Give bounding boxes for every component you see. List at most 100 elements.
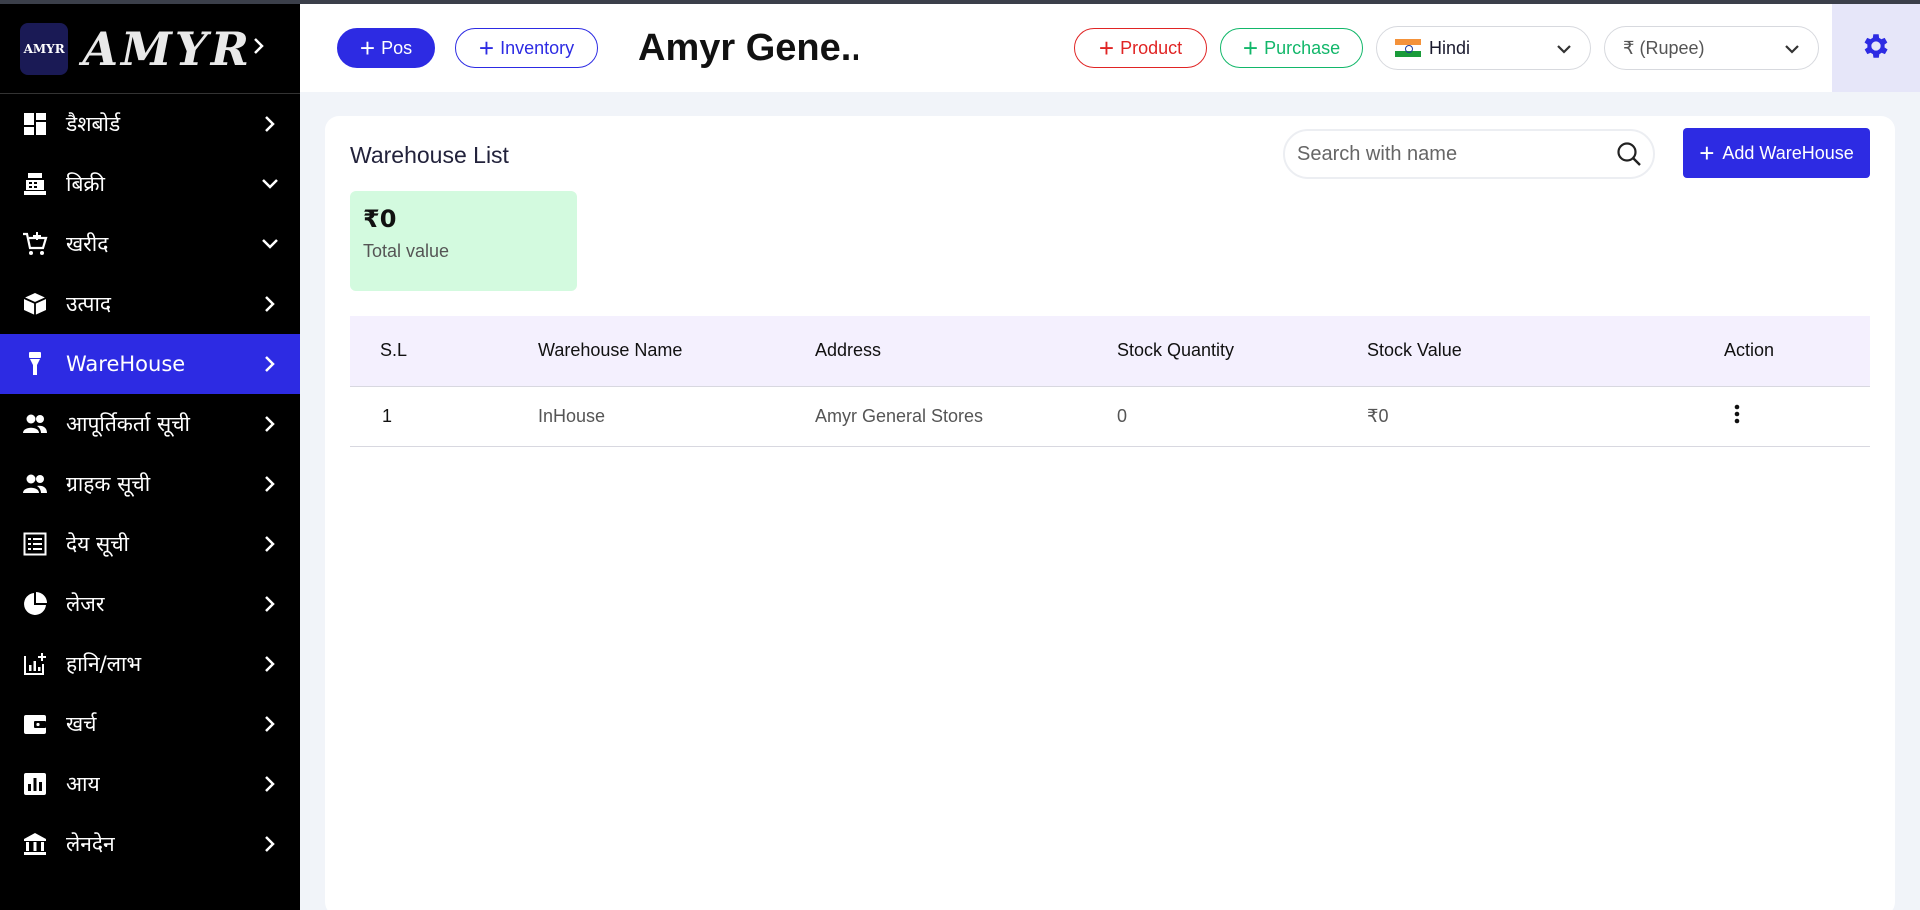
column-header: Address [815, 316, 1117, 387]
top-header: + Pos + Inventory Amyr Gene... + Product… [300, 4, 1920, 92]
plus-icon: + [1098, 33, 1115, 63]
product-button-label: Product [1120, 37, 1183, 58]
total-value-amount: ₹0 [363, 205, 397, 233]
box-icon [22, 291, 48, 317]
add-product-button[interactable]: + Product [1074, 28, 1207, 68]
plus-icon: + [359, 33, 376, 63]
table-row: 1 InHouse Amyr General Stores 0 ₹0 [350, 386, 1870, 447]
sidebar-item-profit-loss[interactable]: हानि/लाभ [0, 634, 300, 694]
sidebar-item-warehouse[interactable]: WareHouse [0, 334, 300, 394]
sidebar-item-label: खर्च [66, 712, 97, 736]
warehouse-card: Warehouse List + Add WareHouse ₹0 Total … [325, 116, 1895, 910]
sidebar-item-products[interactable]: उत्पाद [0, 274, 300, 334]
column-header: Action [1724, 316, 1870, 387]
chevron-down-icon [1784, 38, 1800, 59]
currency-select[interactable]: ₹ (Rupee) [1604, 26, 1819, 70]
brand-name: AMYR [82, 21, 252, 76]
bank-icon [22, 831, 48, 857]
bar-chart-icon [22, 771, 48, 797]
pos-button-label: Pos [381, 37, 413, 58]
warehouse-icon [22, 351, 48, 377]
chevron-right-icon [240, 655, 300, 673]
column-header: S.L [350, 316, 538, 387]
sidebar-item-purchase[interactable]: खरीद [0, 214, 300, 274]
sidebar-item-label: आपूर्तिकर्ता सूची [66, 412, 190, 436]
add-warehouse-button[interactable]: + Add WareHouse [1683, 128, 1870, 178]
sidebar-item-label: हानि/लाभ [66, 652, 142, 676]
sidebar: AMYR AMYR डैशबोर्ड बिक्री खरीद उत्पाद Wa… [0, 4, 300, 910]
total-value-card: ₹0 Total value [350, 191, 577, 291]
sidebar-item-ledger[interactable]: लेजर [0, 574, 300, 634]
purchase-button-label: Purchase [1264, 37, 1341, 58]
brand-logo[interactable]: AMYR [20, 22, 69, 75]
wallet-icon [22, 711, 48, 737]
column-header: Stock Quantity [1117, 316, 1367, 387]
sidebar-item-label: खरीद [66, 232, 109, 256]
india-flag-icon [1395, 39, 1421, 57]
chevron-right-icon [240, 475, 300, 493]
language-select[interactable]: Hindi [1376, 26, 1591, 70]
chevron-right-icon [240, 775, 300, 793]
sidebar-item-label: डैशबोर्ड [66, 112, 121, 136]
sidebar-item-label: WareHouse [66, 352, 186, 376]
analytics-icon [22, 651, 48, 677]
search-input[interactable] [1297, 142, 1609, 166]
settings-button[interactable] [1832, 4, 1920, 92]
warehouse-table: S.L Warehouse Name Address Stock Quantit… [350, 316, 1870, 447]
chevron-right-icon [240, 295, 300, 313]
window-top-border [0, 0, 1920, 4]
sidebar-item-dashboard[interactable]: डैशबोर्ड [0, 94, 300, 154]
company-name: Amyr Gene... [638, 26, 858, 69]
sidebar-item-label: लेनदेन [66, 832, 115, 856]
sidebar-item-suppliers[interactable]: आपूर्तिकर्ता सूची [0, 394, 300, 454]
sidebar-item-sales[interactable]: बिक्री [0, 154, 300, 214]
sidebar-item-label: बिक्री [66, 172, 105, 196]
add-purchase-button[interactable]: + Purchase [1220, 28, 1363, 68]
cell-sl: 1 [350, 386, 538, 447]
inventory-button-label: Inventory [500, 37, 575, 58]
brand: AMYR AMYR [0, 4, 300, 94]
sidebar-nav: डैशबोर्ड बिक्री खरीद उत्पाद WareHouse आप… [0, 94, 300, 874]
chevron-right-icon [240, 115, 300, 133]
dashboard-icon [22, 111, 48, 137]
search-icon[interactable] [1609, 134, 1649, 174]
column-header: Stock Value [1367, 316, 1724, 387]
chevron-down-icon [1556, 38, 1572, 59]
register-icon [22, 171, 48, 197]
list-icon [22, 531, 48, 557]
page-title: Warehouse List [350, 142, 509, 168]
chevron-right-icon [240, 835, 300, 853]
sidebar-item-dues[interactable]: देय सूची [0, 514, 300, 574]
pos-button[interactable]: + Pos [337, 28, 435, 68]
search-box [1283, 129, 1655, 179]
chevron-right-icon [240, 595, 300, 613]
plus-icon: + [1242, 33, 1259, 63]
cell-warehouse-name: InHouse [538, 386, 815, 447]
cell-stock-quantity: 0 [1117, 386, 1367, 447]
sidebar-item-transactions[interactable]: लेनदेन [0, 814, 300, 874]
inventory-button[interactable]: + Inventory [455, 28, 598, 68]
cell-stock-value: ₹0 [1367, 386, 1724, 447]
people-icon [22, 411, 48, 437]
add-warehouse-label: Add WareHouse [1722, 142, 1854, 163]
table-header-row: S.L Warehouse Name Address Stock Quantit… [350, 316, 1870, 387]
more-vertical-icon[interactable] [1734, 404, 1740, 424]
sidebar-item-income[interactable]: आय [0, 754, 300, 814]
gear-icon [1860, 30, 1892, 67]
chevron-right-icon [240, 715, 300, 733]
chevron-right-icon [240, 355, 300, 373]
sidebar-item-label: देय सूची [66, 532, 129, 556]
sidebar-toggle-chevron-icon[interactable] [252, 36, 266, 62]
plus-icon: + [1699, 138, 1715, 168]
sidebar-item-customers[interactable]: ग्राहक सूची [0, 454, 300, 514]
plus-icon: + [478, 33, 495, 63]
people-icon [22, 471, 48, 497]
chevron-down-icon [240, 238, 300, 250]
sidebar-item-expenses[interactable]: खर्च [0, 694, 300, 754]
pie-icon [22, 591, 48, 617]
total-value-label: Total value [363, 241, 450, 261]
cell-address: Amyr General Stores [815, 386, 1117, 447]
chevron-right-icon [240, 415, 300, 433]
chevron-right-icon [240, 535, 300, 553]
column-header: Warehouse Name [538, 316, 815, 387]
